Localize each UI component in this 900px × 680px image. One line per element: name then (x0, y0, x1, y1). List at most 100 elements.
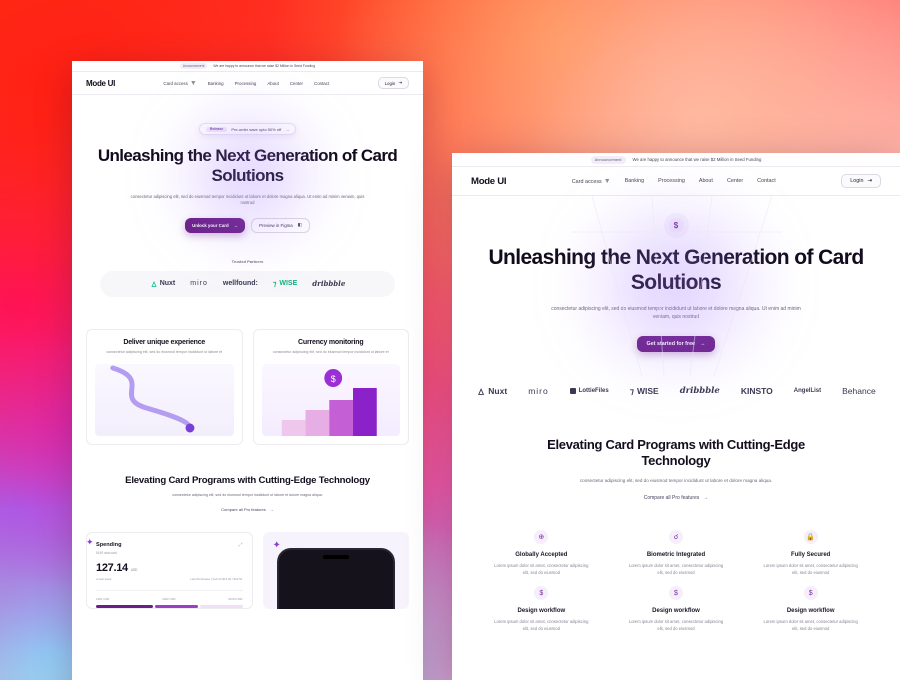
compare-features-link[interactable]: Compare all Pro features → (644, 495, 709, 501)
announcement-text: We are happy to announce that we raise $… (632, 157, 762, 162)
login-arrow-icon: ⇥ (867, 178, 872, 184)
nav-item-contact[interactable]: Contact (757, 178, 776, 184)
feature-fully-secured: 🔒 Fully Secured Lorem ipsum dolor sit am… (747, 530, 874, 576)
announcement-tag: Announcement (590, 155, 626, 164)
section-subtext: consectetur adipiscing elit, sed do eius… (172, 492, 323, 497)
announcement-tag: Announcement (179, 63, 208, 69)
nav-item-about[interactable]: About (699, 178, 713, 184)
arrow-right-icon: → (285, 126, 290, 132)
feature-title: Design workflow (517, 608, 566, 615)
dollar-coin-icon: $ (668, 218, 684, 233)
login-button[interactable]: Login ⇥ (377, 77, 409, 89)
trusted-partners-label: Trusted Partners (231, 258, 264, 264)
nav-item-center[interactable]: Center (727, 178, 743, 184)
brand-angellist: AngelList (793, 388, 822, 395)
feature-desc: Lorem ipsum dolor sit amet, consectetur … (763, 619, 858, 631)
login-label: Login (384, 80, 396, 86)
arrow-right-icon: → (233, 222, 239, 228)
card-deliver-unique-experience: Deliver unique experience consectetur ad… (86, 328, 243, 445)
feature-biometric-integrated: ☌ Biometric Integrated Lorem ipsum dolor… (613, 530, 740, 576)
card-currency-monitoring: Currency monitoring consectetur adipisci… (252, 328, 409, 445)
unlock-card-button[interactable]: Unlock your Card → (185, 217, 246, 233)
compare-features-link[interactable]: Compare all Pro features → (221, 507, 273, 512)
phone-mockup: ✦ (262, 532, 409, 610)
nav-item-card-access[interactable]: Card access ▼ (572, 178, 611, 185)
announcement-bar: Announcement We are happy to announce th… (72, 61, 423, 72)
expand-icon[interactable]: ⤢ (238, 542, 242, 548)
brand-kinsto: KINSTO (740, 386, 773, 397)
nav-item-banking[interactable]: Banking (625, 178, 644, 184)
feature-desc: Lorem ipsum dolor sit amet, consectetur … (494, 563, 589, 575)
feature-desc: Lorem ipsum dolor sit amet, consectetur … (494, 619, 589, 631)
login-label: Login (850, 178, 864, 184)
nav-item-about[interactable]: About (267, 81, 278, 86)
nav-item-card-access[interactable]: Card access ▼ (163, 80, 196, 87)
spending-meta-right: Last Purchases | Feb 24 $13.00 / $12.51 (190, 576, 243, 581)
brand-miro: miro (190, 280, 208, 288)
announcement-bar: Announcement We are happy to announce th… (452, 153, 900, 167)
spending-subtitle: 5149 visa card (96, 550, 117, 555)
spending-meta-left: or last week (96, 576, 112, 581)
nav-links: Card access ▼ Banking Processing About Ce… (572, 178, 776, 185)
spending-legend: 1481 USD 1062 USD 90.84 USD (96, 589, 243, 601)
hero-cta-row: Unlock your Card → Preview in Figma ◧ (72, 217, 423, 233)
curve-path-illustration (95, 363, 234, 436)
hero-section-large: $ Unleashing the Next Generation of Card… (452, 196, 900, 376)
release-badge[interactable]: Release Pre-order save upto 50% off → (198, 123, 297, 135)
hero-section-small: Release Pre-order save upto 50% off → Un… (72, 95, 423, 251)
legend-item-2: 1062 USD (162, 596, 176, 601)
sparkle-icon: ✦ (86, 537, 94, 548)
lock-icon: 🔒 (803, 530, 818, 545)
features-grid: ⊕ Globally Accepted Lorem ipsum dolor si… (452, 530, 900, 632)
brand-wise: ⁊ WISE (629, 385, 659, 397)
site-logo[interactable]: Mode UI (86, 79, 115, 88)
feature-design-workflow-3: $ Design workflow Lorem ipsum dolor sit … (747, 586, 874, 632)
section-elevating-small: Elevating Card Programs with Cutting-Edg… (72, 475, 423, 517)
preview-figma-button[interactable]: Preview in Figma ◧ (251, 217, 310, 233)
client-logo-strip: Nuxt miro LottieFiles ⁊ WISE dribbble KIN… (452, 386, 900, 397)
hero-subtext: consectetur adipiscing elit, sed do eius… (130, 193, 365, 206)
svg-text:$: $ (330, 373, 335, 383)
section-elevating-large: Elevating Card Programs with Cutting-Edg… (452, 437, 900, 505)
browser-mockup-large: Announcement We are happy to announce th… (452, 153, 900, 680)
feature-desc: Lorem ipsum dolor sit amet, consectetur … (628, 619, 724, 631)
dollar-icon: $ (534, 586, 549, 601)
brand-nuxt: Nuxt (476, 386, 507, 396)
dollar-icon: $ (803, 586, 818, 601)
brand-wise: ⁊ WISE (272, 280, 298, 288)
globe-icon: ⊕ (534, 530, 549, 545)
nuxt-icon (478, 387, 485, 395)
section-heading: Elevating Card Programs with Cutting-Edg… (547, 436, 805, 468)
hero-headline: Unleashing the Next Generation of Card S… (488, 246, 864, 294)
chevron-down-icon: ▼ (189, 79, 197, 87)
feature-title: Design workflow (652, 608, 700, 615)
login-button[interactable]: Login ⇥ (841, 174, 881, 188)
card-title: Deliver unique experience (123, 338, 206, 346)
arrow-right-icon: → (269, 507, 274, 513)
card-desc: consectetur adipiscing elit, sed do eius… (272, 349, 389, 354)
nav-item-center[interactable]: Center (290, 81, 303, 86)
phone-body (276, 548, 395, 610)
site-logo[interactable]: Mode UI (471, 176, 507, 187)
nav-links: Card access ▼ Banking Processing About Ce… (163, 80, 329, 87)
nav-item-processing[interactable]: Processing (658, 178, 685, 184)
phone-notch (322, 555, 349, 560)
card-desc: consectetur adipiscing elit, sed do eius… (106, 349, 223, 354)
feature-design-workflow-1: $ Design workflow Lorem ipsum dolor sit … (478, 586, 605, 632)
feature-desc: Lorem ipsum dolor sit amet, consectetur … (628, 563, 724, 575)
brand-lottiefiles: LottieFiles (569, 388, 609, 395)
spending-amount: 127.14 USD (96, 561, 138, 574)
feature-desc: Lorem ipsum dolor sit amet, consectetur … (763, 563, 858, 575)
wise-icon: ⁊ (629, 385, 634, 396)
nav-item-contact[interactable]: Contact (314, 81, 329, 86)
nav-item-processing[interactable]: Processing (235, 81, 257, 86)
feature-globally-accepted: ⊕ Globally Accepted Lorem ipsum dolor si… (478, 530, 605, 576)
card-title: Currency monitoring (298, 338, 364, 346)
get-started-button[interactable]: Get started for free → (636, 335, 716, 352)
lottiefiles-icon (569, 388, 576, 395)
arrow-right-icon: → (700, 340, 706, 347)
nav-item-banking[interactable]: Banking (208, 81, 224, 86)
navbar: Mode UI Card access ▼ Banking Processing … (72, 72, 423, 95)
feature-title: Fully Secured (790, 552, 831, 559)
spending-title: Spending (96, 542, 122, 549)
